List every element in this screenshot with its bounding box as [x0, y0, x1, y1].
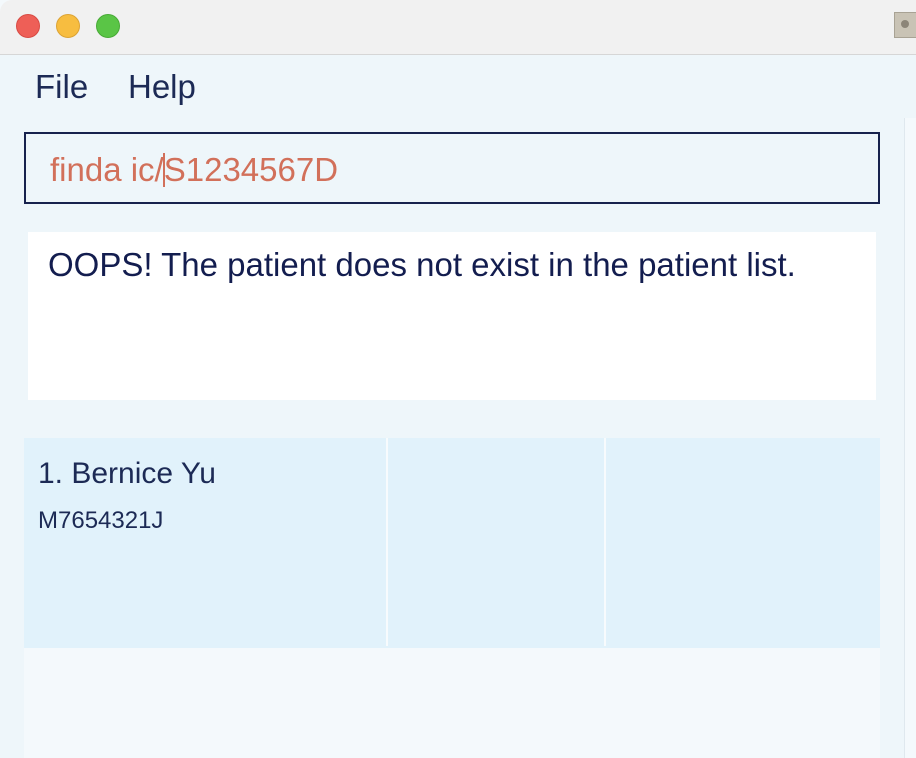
maximize-window-button[interactable]	[96, 14, 120, 38]
minimize-window-button[interactable]	[56, 14, 80, 38]
command-input-text[interactable]: finda ic/S1234567D	[50, 150, 338, 190]
patient-list[interactable]: 1. Bernice Yu M7654321J	[24, 438, 880, 758]
scrollbar-track[interactable]	[904, 118, 916, 758]
menu-bar: File Help	[0, 55, 916, 118]
patient-card-column-2	[388, 438, 606, 646]
result-display: OOPS! The patient does not exist in the …	[28, 232, 876, 400]
title-bar	[0, 0, 916, 55]
result-message: OOPS! The patient does not exist in the …	[48, 246, 796, 283]
patient-card-column-3	[606, 438, 880, 646]
contact-card-icon	[894, 12, 916, 38]
patient-name: 1. Bernice Yu	[38, 457, 216, 490]
menu-file[interactable]: File	[35, 65, 88, 109]
close-window-button[interactable]	[16, 14, 40, 38]
patient-card[interactable]: 1. Bernice Yu M7654321J	[24, 438, 880, 648]
command-text-after-caret: S1234567D	[163, 151, 339, 188]
app-window: File Help finda ic/S1234567D OOPS! The p…	[0, 0, 916, 758]
patient-card-details: 1. Bernice Yu M7654321J	[24, 438, 388, 646]
patient-ic: M7654321J	[38, 507, 164, 534]
menu-help[interactable]: Help	[128, 65, 196, 109]
command-text-before-caret: finda ic/	[50, 151, 164, 188]
command-input[interactable]: finda ic/S1234567D	[24, 132, 880, 204]
